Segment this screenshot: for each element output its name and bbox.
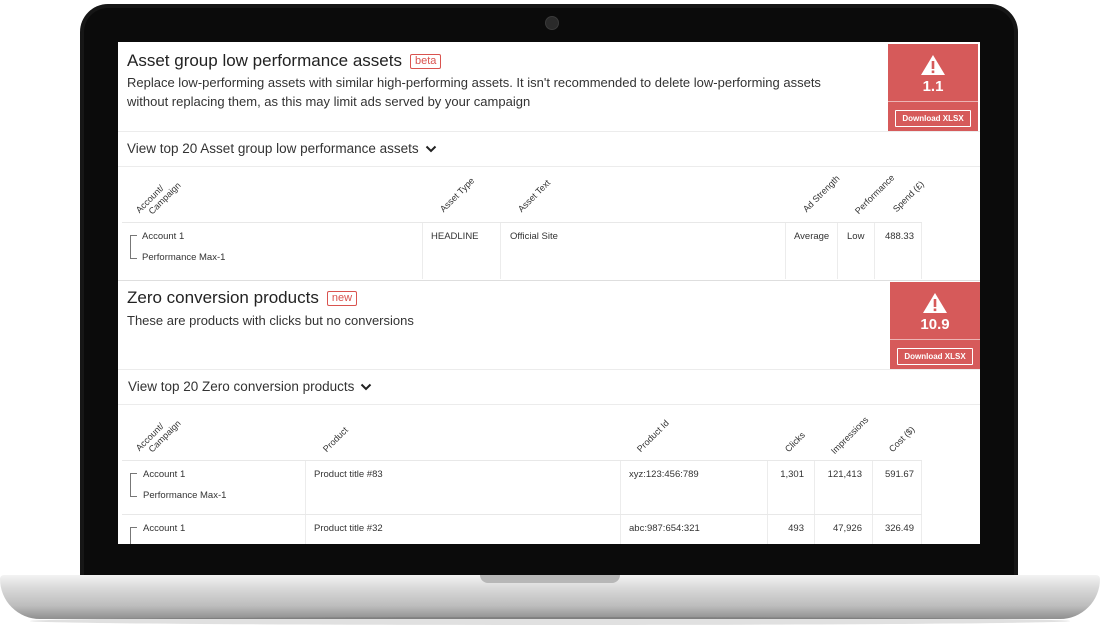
column-header-impressions: Impressions bbox=[828, 414, 871, 456]
product-id-cell: xyz:123:456:789 bbox=[629, 469, 699, 480]
account-cell: Account 1 bbox=[143, 523, 186, 534]
divider bbox=[118, 131, 980, 132]
column-divider bbox=[305, 461, 306, 515]
section-title: Asset group low performance assets bbox=[127, 51, 402, 70]
section-title-row: Asset group low performance assets beta bbox=[127, 51, 442, 71]
column-divider bbox=[620, 461, 621, 515]
column-divider bbox=[872, 515, 873, 544]
score-value: 10.9 bbox=[920, 316, 950, 333]
score-alert-box: 1.1 Download XLSX bbox=[888, 44, 978, 131]
column-divider bbox=[921, 461, 922, 515]
laptop-shadow bbox=[30, 617, 1070, 625]
column-header-cost: Cost ($) bbox=[886, 424, 917, 454]
view-link-label: View top 20 Zero conversion products bbox=[128, 379, 355, 394]
new-badge: new bbox=[326, 290, 358, 306]
column-header-account: Account/ Campaign bbox=[133, 180, 183, 217]
column-header-account: Account/ Campaign bbox=[133, 418, 183, 455]
divider bbox=[118, 280, 980, 281]
column-divider bbox=[837, 223, 838, 279]
column-header-asset-type: Asset Type bbox=[437, 175, 477, 214]
table-row[interactable]: Account 1 Performance Max-1 Product titl… bbox=[122, 460, 922, 515]
column-header-performance: Performance bbox=[852, 172, 897, 216]
product-id-cell: abc:987:654:321 bbox=[629, 523, 700, 534]
column-divider bbox=[422, 223, 423, 279]
clicks-cell: 493 bbox=[788, 523, 804, 534]
column-divider bbox=[921, 223, 922, 279]
tree-connector bbox=[130, 235, 137, 259]
table-row[interactable]: Account 1 Product title #32 abc:987:654:… bbox=[122, 514, 922, 544]
app-screen: Asset group low performance assets beta … bbox=[118, 42, 980, 544]
webcam bbox=[545, 16, 559, 30]
campaign-cell: Performance Max-1 bbox=[142, 252, 226, 263]
view-top-20-toggle[interactable]: View top 20 Zero conversion products bbox=[128, 379, 372, 394]
column-divider bbox=[814, 461, 815, 515]
chevron-down-icon bbox=[361, 383, 372, 390]
column-divider bbox=[921, 515, 922, 544]
view-top-20-toggle[interactable]: View top 20 Asset group low performance … bbox=[127, 141, 437, 156]
warning-icon bbox=[923, 293, 947, 313]
column-divider bbox=[872, 461, 873, 515]
column-header-spend: Spend (£) bbox=[890, 178, 926, 214]
column-header-clicks: Clicks bbox=[782, 429, 807, 454]
cost-cell: 591.67 bbox=[884, 469, 914, 480]
beta-badge: beta bbox=[409, 53, 442, 69]
spend-cell: 488.33 bbox=[884, 231, 914, 242]
column-divider bbox=[874, 223, 875, 279]
warning-icon bbox=[921, 55, 945, 75]
column-divider bbox=[500, 223, 501, 279]
performance-cell: Low bbox=[847, 231, 865, 242]
column-divider bbox=[620, 515, 621, 544]
column-header-ad-strength: Ad Strength bbox=[800, 173, 842, 214]
account-cell: Account 1 bbox=[143, 469, 186, 480]
column-divider bbox=[767, 515, 768, 544]
table-header: Account/ Campaign Product Product Id Cli… bbox=[118, 404, 980, 460]
campaign-cell: Performance Max-1 bbox=[143, 490, 227, 501]
view-link-label: View top 20 Asset group low performance … bbox=[127, 141, 419, 156]
ad-strength-cell: Average bbox=[794, 231, 830, 242]
tree-connector bbox=[130, 527, 137, 544]
clicks-cell: 1,301 bbox=[780, 469, 804, 480]
chevron-down-icon bbox=[425, 145, 436, 152]
column-divider bbox=[305, 515, 306, 544]
score-value: 1.1 bbox=[922, 78, 944, 95]
laptop-base-notch bbox=[480, 575, 620, 583]
description-line: Replace low-performing assets with simil… bbox=[127, 75, 821, 90]
section-description: Replace low-performing assets with simil… bbox=[127, 73, 887, 111]
column-divider bbox=[814, 515, 815, 544]
column-header-asset-text: Asset Text bbox=[515, 177, 553, 214]
section-title: Zero conversion products bbox=[127, 288, 319, 307]
column-divider bbox=[767, 461, 768, 515]
cost-cell: 326.49 bbox=[884, 523, 914, 534]
section-description: These are products with clicks but no co… bbox=[127, 313, 414, 328]
description-line: without replacing them, as this may limi… bbox=[127, 94, 531, 109]
score-alert-box: 10.9 Download XLSX bbox=[890, 282, 980, 369]
section-title-row: Zero conversion products new bbox=[127, 288, 358, 308]
alert-divider bbox=[890, 339, 980, 340]
asset-text-cell: Official Site bbox=[510, 231, 558, 242]
tree-connector bbox=[130, 473, 137, 497]
product-cell: Product title #83 bbox=[314, 469, 383, 480]
download-xlsx-button[interactable]: Download XLSX bbox=[895, 110, 971, 127]
table-row[interactable]: Account 1 Performance Max-1 HEADLINE Off… bbox=[122, 222, 922, 279]
divider bbox=[118, 369, 980, 370]
table-header: Account/ Campaign Asset Type Asset Text … bbox=[118, 166, 980, 222]
impressions-cell: 121,413 bbox=[827, 469, 862, 480]
section-asset-group-low-performance: Asset group low performance assets beta … bbox=[118, 42, 980, 280]
section-zero-conversion-products: Zero conversion products new These are p… bbox=[118, 280, 980, 544]
account-cell: Account 1 bbox=[142, 231, 185, 242]
asset-type-cell: HEADLINE bbox=[431, 231, 479, 242]
product-cell: Product title #32 bbox=[314, 523, 383, 534]
alert-divider bbox=[888, 101, 978, 102]
column-divider bbox=[785, 223, 786, 279]
impressions-cell: 47,926 bbox=[832, 523, 862, 534]
download-xlsx-button[interactable]: Download XLSX bbox=[897, 348, 973, 365]
column-header-product: Product bbox=[320, 424, 350, 454]
column-header-product-id: Product Id bbox=[634, 417, 672, 454]
